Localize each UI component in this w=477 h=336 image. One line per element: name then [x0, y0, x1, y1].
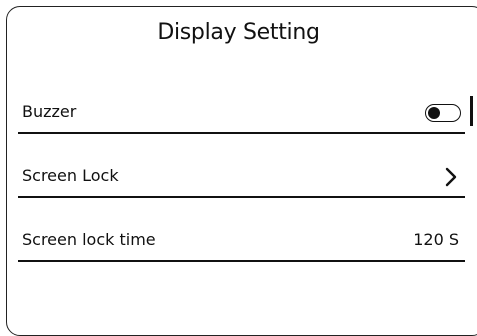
settings-row-screen-lock[interactable]: Screen Lock: [18, 158, 465, 198]
page-title: Display Setting: [157, 20, 320, 45]
toggle-knob: [428, 106, 440, 119]
settings-row-buzzer: Buzzer: [18, 94, 465, 134]
buzzer-toggle[interactable]: [425, 104, 461, 122]
scrollbar[interactable]: [470, 96, 473, 126]
screen-lock-label: Screen Lock: [22, 166, 119, 185]
row-divider: [18, 260, 465, 262]
settings-row-screen-lock-time[interactable]: Screen lock time 120 S: [18, 222, 465, 262]
screen-lock-time-value[interactable]: 120 S: [413, 230, 459, 249]
buzzer-label: Buzzer: [22, 102, 77, 121]
chevron-right-icon[interactable]: [443, 166, 459, 188]
row-divider: [18, 132, 465, 134]
screen-lock-time-label: Screen lock time: [22, 230, 156, 249]
row-divider: [18, 196, 465, 198]
